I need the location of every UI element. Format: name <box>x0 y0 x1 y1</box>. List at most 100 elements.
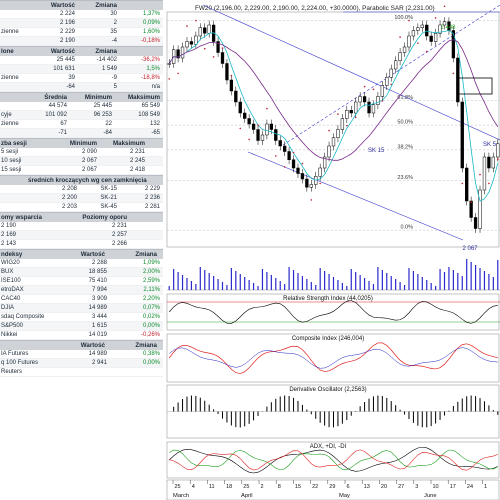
indices-cell: BUX <box>1 269 14 275</box>
candle <box>385 77 389 86</box>
fib-label: 23.6% <box>397 175 413 181</box>
volume-bar <box>332 277 335 290</box>
sar-dot <box>408 19 410 22</box>
sar-dot <box>346 124 348 127</box>
quote-cell <box>0 10 40 18</box>
fib-label: 50.0% <box>397 120 413 126</box>
volume-bar <box>372 284 375 290</box>
candle <box>420 24 424 28</box>
sar-dot <box>310 199 313 201</box>
candle <box>318 167 322 177</box>
candle <box>180 46 185 59</box>
indices-header-cell: Zmiana <box>135 251 157 258</box>
volume-bar <box>284 284 286 290</box>
candle <box>300 173 305 180</box>
candle <box>203 27 207 34</box>
volume-bar <box>297 273 299 290</box>
sar-dot <box>301 162 304 165</box>
date-tick-label: 27 <box>398 484 404 490</box>
date-tick-label: 4 <box>192 484 195 490</box>
stats-cell: 132 <box>149 121 160 127</box>
chart-title: FW20 (2,196.00, 2,229.00, 2,190.00, 2,22… <box>195 5 435 12</box>
stats-cell: 96 253 <box>93 112 112 118</box>
sk15-label: SK 15 <box>368 148 385 154</box>
candle <box>345 110 349 119</box>
levels-cell: 2 266 <box>111 241 127 247</box>
ma-cell: 2 208 <box>61 186 77 192</box>
candle <box>243 112 247 119</box>
indices-row: ISE100 75 410 2,59% <box>0 277 163 286</box>
sar-dot <box>434 17 437 19</box>
fib-label: 38.2% <box>397 144 413 150</box>
volume-bar <box>310 282 312 290</box>
candle <box>465 167 469 202</box>
candle <box>380 85 384 97</box>
month-label: May <box>339 493 350 499</box>
top-value-label: 2 448 <box>440 25 456 31</box>
ma-cell <box>0 185 40 193</box>
candle <box>496 143 500 158</box>
volume-bar <box>421 277 423 290</box>
quote-cell: 2 190 <box>59 38 75 44</box>
rsi-pane-title: Relative Strength Index (44,0205) <box>283 296 373 302</box>
levels-cell: 2 190 <box>1 223 17 229</box>
levels-cell: 2 169 <box>1 232 17 238</box>
indices-row: S&P500 1 615 0,00% <box>0 322 163 331</box>
candle <box>238 101 242 114</box>
stats-cell: -71 <box>58 130 67 136</box>
volume-bar <box>470 262 472 290</box>
indices-cell: etroDAX <box>1 287 24 293</box>
indices-cell: -0,26% <box>140 332 160 338</box>
levels-row: 2 143 2 266 <box>0 240 163 249</box>
volume-bar <box>315 285 317 290</box>
volume-bar <box>248 280 250 290</box>
candle <box>296 167 300 174</box>
volume-bar <box>346 286 348 290</box>
candle <box>305 178 309 188</box>
candle <box>265 123 269 136</box>
stats-cell <box>0 102 25 110</box>
candle <box>283 145 287 152</box>
futures-cell: 0,38% <box>142 351 160 357</box>
quote-cell: zienne <box>1 29 19 35</box>
fib-label: 0.0% <box>400 225 413 231</box>
session-cell: 10 sesji <box>1 158 22 164</box>
indices-cell: Nikkei <box>1 332 18 338</box>
date-tick-label: 25 <box>175 484 181 490</box>
section-futures: Wartość Zmiana IA Futures 14 989 0,38% q 100 … <box>0 340 163 368</box>
sar-dot <box>221 47 224 49</box>
ma-cell: SK-45 <box>100 204 117 210</box>
quote-cell: 2 229 <box>59 29 75 35</box>
stats-row: -71 -84 -65 <box>0 129 163 138</box>
candle <box>189 41 194 45</box>
levels-cell: 2 257 <box>111 232 127 238</box>
volume-bar <box>328 274 330 290</box>
stats-header-cell: Średnia <box>44 94 67 101</box>
levels-row: 2 169 2 257 <box>0 231 163 240</box>
volume-bar <box>443 272 446 290</box>
volume-bar <box>412 271 415 290</box>
quote-cell: 30 <box>110 11 117 17</box>
candle <box>247 118 251 125</box>
volume-bar <box>474 265 477 290</box>
candle <box>354 101 358 114</box>
quote-row: 2 190 -4 -0,18% <box>0 37 163 46</box>
candle <box>367 101 371 114</box>
volume-bar <box>439 269 441 290</box>
volume-bar <box>279 281 281 290</box>
indices-cell: 2,59% <box>142 278 160 284</box>
volume-bar <box>457 273 459 290</box>
indices-cell: 2,20% <box>142 296 160 302</box>
stats-cell: 108 549 <box>138 112 160 118</box>
sar-dot <box>195 19 197 22</box>
volume-header-cell: lone <box>1 48 14 55</box>
volume-bar <box>208 273 210 290</box>
candle <box>469 200 473 218</box>
candle <box>194 35 198 45</box>
session-cell: 2 067 <box>81 158 97 164</box>
session-cell: 5 sesji <box>1 149 19 155</box>
candle <box>309 184 313 188</box>
quote-cell: 1,60% <box>142 29 160 35</box>
candle <box>185 41 189 48</box>
section-stats: Średnia Minimum Maksimum 44 574 25 445 65 549… <box>0 92 163 138</box>
